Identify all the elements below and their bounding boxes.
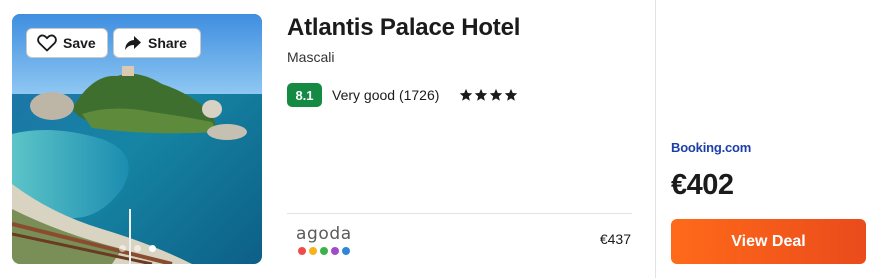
star-icon	[490, 88, 503, 101]
deal-site-name: Booking.com	[671, 140, 752, 155]
star-rating	[459, 88, 518, 102]
star-icon	[460, 88, 473, 101]
provider-dots	[298, 247, 360, 255]
logo-dot	[342, 247, 350, 255]
view-deal-button[interactable]: View Deal	[671, 219, 866, 264]
carousel-dot[interactable]	[118, 245, 126, 252]
share-arrow-icon	[125, 36, 141, 50]
star-icon	[505, 88, 518, 101]
column-separator	[655, 0, 656, 278]
star-icon	[475, 88, 488, 101]
hotel-name[interactable]: Atlantis Palace Hotel	[287, 14, 520, 42]
save-label: Save	[63, 35, 96, 51]
agoda-logo[interactable]: agoda	[296, 226, 360, 256]
deal-price: €402	[671, 169, 734, 201]
carousel-dot[interactable]	[133, 245, 141, 252]
logo-dot	[320, 247, 328, 255]
carousel-dots	[12, 245, 262, 252]
share-label: Share	[148, 35, 187, 51]
heart-icon	[37, 34, 57, 52]
rating-text: Very good (1726)	[332, 87, 440, 103]
hotel-result-card: Save Share Atlantis Palace Hotel Mascali…	[0, 0, 879, 278]
score-badge: 8.1	[287, 83, 322, 107]
provider-name: agoda	[296, 224, 352, 244]
hotel-photo[interactable]: Save Share	[12, 14, 262, 264]
provider-price[interactable]: €437	[600, 231, 631, 247]
divider	[287, 213, 632, 214]
hotel-location: Mascali	[287, 49, 335, 65]
rating-row: 8.1 Very good (1726)	[287, 83, 518, 107]
share-button[interactable]: Share	[113, 28, 201, 58]
logo-dot	[309, 247, 317, 255]
logo-dot	[331, 247, 339, 255]
carousel-dot-active[interactable]	[148, 245, 156, 252]
save-button[interactable]: Save	[26, 28, 108, 58]
logo-dot	[298, 247, 306, 255]
